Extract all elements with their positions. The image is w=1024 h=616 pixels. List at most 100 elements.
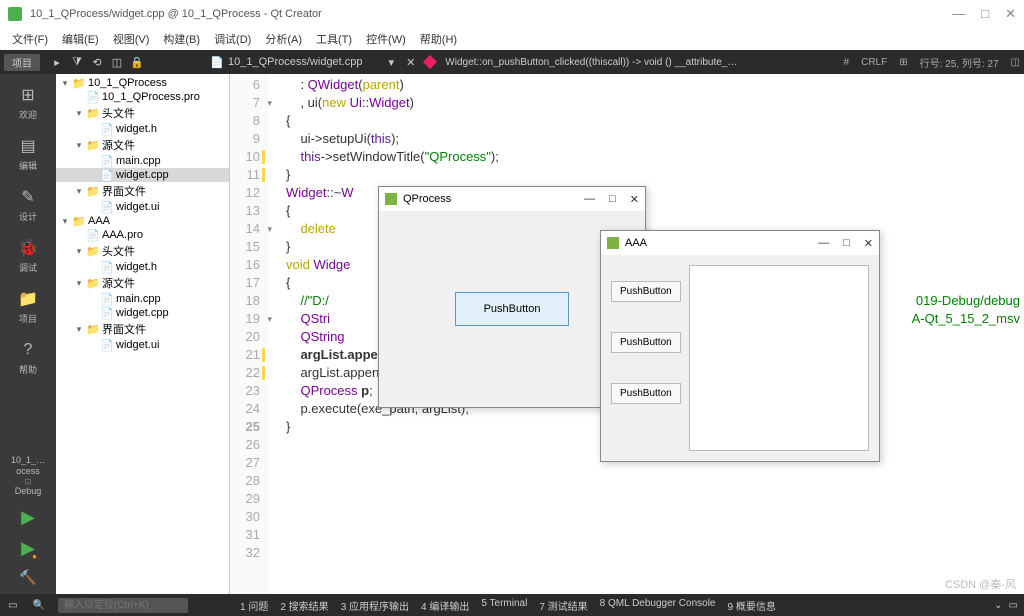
tree-item-界面文件[interactable]: ▾📁界面文件 <box>56 320 229 338</box>
minimize-button[interactable]: — <box>818 237 829 250</box>
chevron-down-icon[interactable]: ▾ <box>389 56 395 69</box>
qprocess-titlebar[interactable]: QProcess — □ ✕ <box>379 187 645 211</box>
line-number: 26 <box>230 436 260 454</box>
output-pane-4 编译输出[interactable]: 4 编译输出 <box>421 598 469 613</box>
push-button-2[interactable]: PushButton <box>611 332 681 353</box>
tree-toggle-icon[interactable]: ▾ <box>60 78 70 89</box>
menu-帮助(H)[interactable]: 帮助(H) <box>414 29 463 49</box>
aaa-app-window[interactable]: AAA — □ ✕ PushButton PushButton PushButt… <box>600 230 880 462</box>
tree-item-main.cpp[interactable]: 📄main.cpp <box>56 292 229 306</box>
folder-icon: 📁 <box>86 245 100 257</box>
minimize-button[interactable]: — <box>584 193 595 206</box>
output-pane-9 概要信息[interactable]: 9 概要信息 <box>727 598 775 613</box>
close-button[interactable]: ✕ <box>1005 6 1016 22</box>
menu-调试(D)[interactable]: 调试(D) <box>208 29 257 49</box>
mode-编辑[interactable]: ▤编辑 <box>17 135 39 172</box>
tree-item-widget.cpp[interactable]: 📄widget.cpp <box>56 168 229 182</box>
menu-构建(B)[interactable]: 构建(B) <box>157 29 206 49</box>
tree-toggle-icon[interactable]: ▾ <box>74 108 84 119</box>
code-line-7[interactable]: , ui(new Ui::Widget) <box>286 94 1024 112</box>
tree-item-widget.ui[interactable]: 📄widget.ui <box>56 200 229 214</box>
code-line-12[interactable]: } <box>286 166 1024 184</box>
tree-item-源文件[interactable]: ▾📁源文件 <box>56 136 229 154</box>
push-button-1[interactable]: PushButton <box>611 281 681 302</box>
tree-item-widget.ui[interactable]: 📄widget.ui <box>56 338 229 352</box>
tree-toggle-icon[interactable]: ▾ <box>74 324 84 335</box>
output-pane-5 Terminal[interactable]: 5 Terminal <box>481 598 527 613</box>
output-pane-3 应用程序输出[interactable]: 3 应用程序输出 <box>341 598 409 613</box>
maximize-button[interactable]: □ <box>843 237 850 250</box>
tree-item-widget.cpp[interactable]: 📄widget.cpp <box>56 306 229 320</box>
aaa-titlebar[interactable]: AAA — □ ✕ <box>601 231 879 255</box>
menu-编辑(E)[interactable]: 编辑(E) <box>56 29 105 49</box>
tree-toggle-icon[interactable]: ▾ <box>74 140 84 151</box>
push-button-3[interactable]: PushButton <box>611 383 681 404</box>
tree-item-界面文件[interactable]: ▾📁界面文件 <box>56 182 229 200</box>
code-line-6[interactable]: : QWidget(parent) <box>286 76 1024 94</box>
split-toggle-icon[interactable]: ◫ <box>110 55 124 69</box>
search-icon[interactable]: 🔍 <box>32 598 46 612</box>
tree-item-AAA[interactable]: ▾📁AAA <box>56 214 229 228</box>
menu-视图(V)[interactable]: 视图(V) <box>107 29 156 49</box>
mode-欢迎[interactable]: ⊞欢迎 <box>17 84 39 121</box>
toggle-sidebar-icon[interactable]: ▭ <box>6 598 20 612</box>
locator-input[interactable] <box>58 598 188 613</box>
tree-item-10_1_QProcess[interactable]: ▾📁10_1_QProcess <box>56 76 229 90</box>
file-icon: 📄 <box>100 307 114 319</box>
symbol-path[interactable]: Widget::on_pushButton_clicked((thiscall)… <box>445 57 737 68</box>
code-line-8[interactable]: { <box>286 112 1024 130</box>
run-target[interactable]: 10_1_…ocess ⊡ Debug <box>0 455 56 497</box>
split-icon[interactable]: ◫ <box>1011 57 1020 68</box>
tree-label: 源文件 <box>102 275 135 291</box>
filter-icon[interactable]: ⧩ <box>70 55 84 69</box>
output-pane-8 QML Debugger Console[interactable]: 8 QML Debugger Console <box>600 598 716 613</box>
toggle-right-sidebar-icon[interactable]: ▭ <box>1009 600 1018 611</box>
tree-item-main.cpp[interactable]: 📄main.cpp <box>56 154 229 168</box>
minimize-button[interactable]: — <box>952 6 965 22</box>
line-col-indicator[interactable]: 行号: 25, 列号: 27 <box>920 55 999 70</box>
output-pane-7 测试结果[interactable]: 7 测试结果 <box>539 598 587 613</box>
project-tree[interactable]: ▾📁10_1_QProcess 📄10_1_QProcess.pro▾📁头文件 … <box>56 74 230 594</box>
mode-调试[interactable]: 🐞调试 <box>17 237 39 274</box>
run-button[interactable]: ▶ <box>21 507 35 528</box>
tree-item-头文件[interactable]: ▾📁头文件 <box>56 242 229 260</box>
open-file-tab[interactable]: 📄 10_1_QProcess/widget.cpp <box>210 55 363 69</box>
tree-item-10_1_QProcess.pro[interactable]: 📄10_1_QProcess.pro <box>56 90 229 104</box>
code-line-11[interactable]: this->setWindowTitle("QProcess"); <box>286 148 1024 166</box>
line-number: 31 <box>230 526 260 544</box>
maximize-button[interactable]: □ <box>609 193 616 206</box>
menu-分析(A)[interactable]: 分析(A) <box>259 29 308 49</box>
push-button[interactable]: PushButton <box>455 292 570 326</box>
menu-文件(F)[interactable]: 文件(F) <box>6 29 54 49</box>
tree-item-widget.h[interactable]: 📄widget.h <box>56 122 229 136</box>
close-tab-icon[interactable]: ✕ <box>406 56 415 69</box>
close-button[interactable]: ✕ <box>864 237 873 250</box>
maximize-button[interactable]: □ <box>981 6 989 22</box>
tree-item-widget.h[interactable]: 📄widget.h <box>56 260 229 274</box>
close-button[interactable]: ✕ <box>630 193 639 206</box>
sync-icon[interactable]: ⟲ <box>90 55 104 69</box>
code-line-9[interactable]: ui->setupUi(this); <box>286 130 1024 148</box>
tree-toggle-icon[interactable]: ▾ <box>74 186 84 197</box>
tree-item-源文件[interactable]: ▾📁源文件 <box>56 274 229 292</box>
mode-设计[interactable]: ✎设计 <box>17 186 39 223</box>
build-button[interactable]: 🔨 <box>19 569 36 586</box>
output-chevron-icon[interactable]: ⌄ <box>994 600 1002 611</box>
menu-工具(T)[interactable]: 工具(T) <box>310 29 358 49</box>
encoding-icon[interactable]: ⊞ <box>899 57 907 68</box>
output-pane-1 问题[interactable]: 1 问题 <box>240 598 268 613</box>
mode-项目[interactable]: 📁项目 <box>17 288 39 325</box>
tree-view-icon[interactable]: ▸ <box>50 55 64 69</box>
mode-帮助[interactable]: ?帮助 <box>17 339 39 376</box>
tree-toggle-icon[interactable]: ▾ <box>74 278 84 289</box>
tree-toggle-icon[interactable]: ▾ <box>60 216 70 227</box>
tree-toggle-icon[interactable]: ▾ <box>74 246 84 257</box>
tree-item-头文件[interactable]: ▾📁头文件 <box>56 104 229 122</box>
lock-icon[interactable]: 🔒 <box>130 55 144 69</box>
tree-item-AAA.pro[interactable]: 📄AAA.pro <box>56 228 229 242</box>
output-pane-2 搜索结果[interactable]: 2 搜索结果 <box>280 598 328 613</box>
file-icon: 📄 <box>100 169 114 181</box>
crlf-indicator[interactable]: CRLF <box>861 57 887 68</box>
menu-控件(W)[interactable]: 控件(W) <box>360 29 412 49</box>
debug-run-button[interactable]: ▶● <box>21 538 35 559</box>
